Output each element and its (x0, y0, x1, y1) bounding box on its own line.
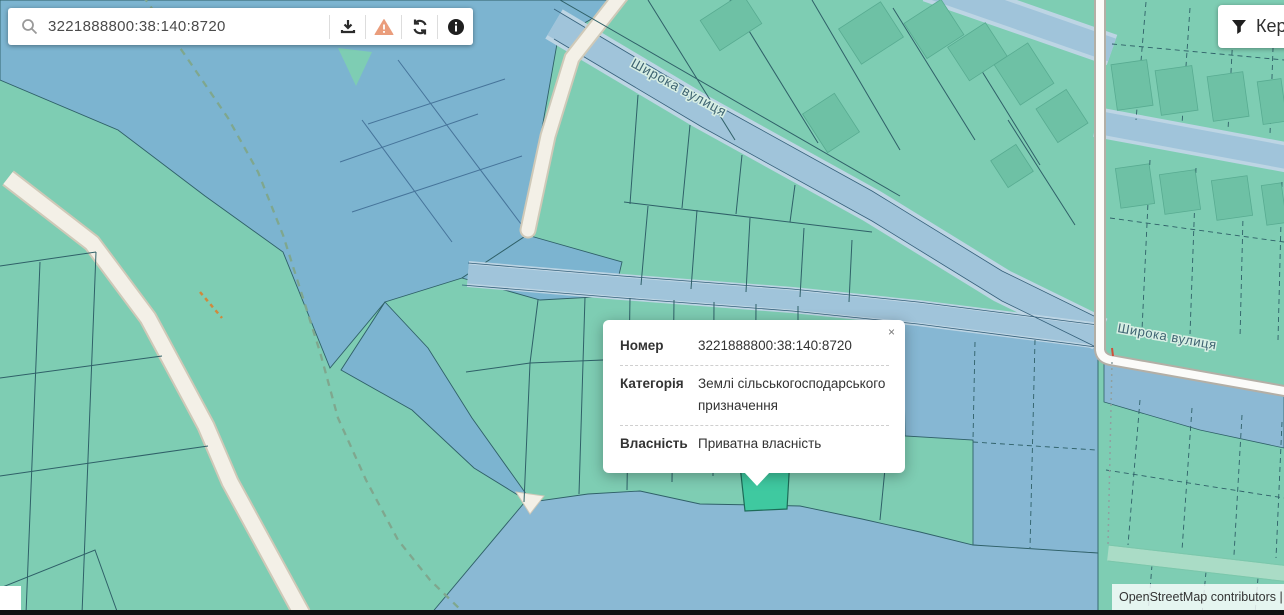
bottom-bar (0, 610, 1284, 615)
popup-row-number: Номер 3221888800:38:140:8720 (620, 328, 889, 366)
refresh-button[interactable] (401, 15, 437, 39)
popup-value: 3221888800:38:140:8720 (698, 335, 889, 357)
warning-icon (374, 18, 394, 36)
cadastral-map-app: Широка вулиця Широка вулиця (0, 0, 1284, 615)
manage-button[interactable]: Керув (1218, 5, 1284, 48)
download-icon (339, 18, 357, 36)
parcel-info-popup: × Номер 3221888800:38:140:8720 Категорія… (603, 320, 905, 473)
info-button[interactable] (437, 15, 473, 39)
search-bar (8, 8, 473, 45)
popup-row-category: Категорія Землі сільськогосподарського п… (620, 366, 889, 426)
search-icon (21, 18, 38, 35)
popup-value: Приватна власність (698, 433, 889, 455)
popup-label: Власність (620, 433, 698, 455)
popup-close-button[interactable]: × (886, 323, 897, 341)
refresh-icon (411, 18, 429, 36)
map-canvas[interactable]: Широка вулиця Широка вулиця (0, 0, 1284, 615)
info-icon (447, 18, 465, 36)
search-input[interactable] (48, 18, 329, 35)
red-tick (1112, 348, 1113, 356)
partial-control-corner (0, 586, 21, 610)
download-button[interactable] (329, 15, 365, 39)
warning-button[interactable] (365, 15, 401, 39)
popup-label: Номер (620, 335, 698, 357)
popup-value: Землі сільськогосподарського призначення (698, 373, 889, 417)
popup-row-ownership: Власність Приватна власність (620, 426, 889, 463)
filter-icon (1231, 19, 1247, 35)
manage-button-label: Керув (1256, 16, 1284, 37)
popup-label: Категорія (620, 373, 698, 417)
attribution-bar: OpenStreetMap contributors | (1112, 584, 1284, 610)
attribution-link[interactable]: OpenStreetMap contributors | (1119, 590, 1283, 604)
